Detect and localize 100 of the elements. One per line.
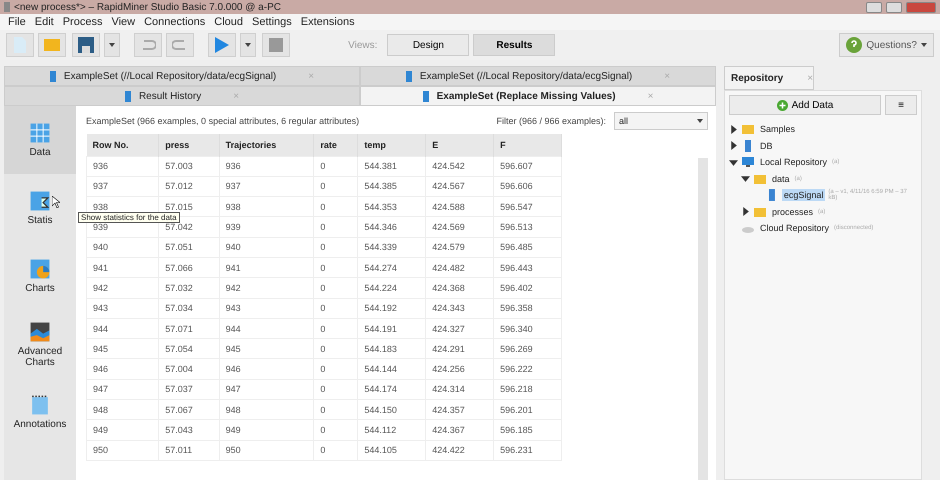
- add-data-button[interactable]: Add Data: [729, 95, 881, 115]
- side-nav-item[interactable]: Data: [4, 106, 76, 174]
- view-tab[interactable]: Design: [387, 34, 470, 56]
- column-header[interactable]: rate: [314, 134, 358, 156]
- table-cell: 57.071: [158, 318, 220, 339]
- tree-item[interactable]: processes: [770, 206, 816, 218]
- side-nav-item[interactable]: Charts: [4, 242, 76, 310]
- menu-item[interactable]: Connections: [144, 16, 206, 28]
- expand-arrow-icon[interactable]: [729, 141, 738, 150]
- menu-item[interactable]: Cloud: [214, 16, 244, 28]
- table-cell: 944: [219, 318, 314, 339]
- side-nav-item[interactable]: Statis: [4, 174, 76, 242]
- table-cell: 57.051: [158, 237, 220, 258]
- close-button[interactable]: [906, 2, 936, 12]
- window-title: <new process*> – RapidMiner Studio Basic 7.0.000 @ a-PC: [14, 2, 282, 12]
- expand-arrow-icon[interactable]: [729, 124, 738, 134]
- table-cell: 424.569: [426, 216, 494, 238]
- table-cell: 948: [86, 400, 159, 420]
- stop-icon: [269, 38, 283, 52]
- table-cell: 949: [219, 420, 314, 440]
- scrollbar[interactable]: [698, 158, 708, 480]
- table-cell: 57.003: [158, 156, 220, 176]
- dropdown-button[interactable]: [104, 33, 120, 57]
- stop-button[interactable]: [262, 33, 290, 57]
- caret-icon: [697, 119, 703, 123]
- result-tab[interactable]: ExampleSet (//Local Repository/data/ecgSignal) ×: [4, 66, 360, 86]
- redo-icon: [172, 39, 188, 51]
- table-cell: 943: [219, 298, 314, 318]
- menu-item[interactable]: Settings: [252, 16, 292, 28]
- undo-icon: [140, 39, 156, 51]
- table-cell: 57.066: [158, 257, 220, 278]
- table-cell: 424.579: [426, 237, 494, 258]
- tree-item[interactable]: data: [770, 172, 792, 185]
- table-cell: 0: [314, 420, 358, 440]
- column-header[interactable]: F: [494, 134, 562, 156]
- save-button[interactable]: [72, 33, 100, 57]
- side-nav-item[interactable]: Advanced Charts: [4, 310, 76, 378]
- filter-select[interactable]: all: [614, 112, 708, 130]
- collapse-arrow-icon[interactable]: [741, 174, 750, 184]
- minimize-button[interactable]: [866, 2, 882, 12]
- table-cell: 941: [86, 257, 159, 278]
- tree-item[interactable]: Samples: [758, 123, 798, 136]
- tree-item[interactable]: ecgSignal: [782, 189, 826, 202]
- statistics-icon: [29, 190, 51, 212]
- dataset-icon: [406, 70, 412, 82]
- table-cell: 942: [219, 278, 314, 298]
- help-button[interactable]: Questions?: [839, 33, 934, 57]
- app-icon: [4, 2, 10, 12]
- table-cell: 0: [314, 400, 358, 420]
- collapse-arrow-icon[interactable]: [729, 158, 738, 167]
- table-cell: 0: [314, 379, 358, 400]
- menu-item[interactable]: File: [8, 16, 26, 28]
- undo-button[interactable]: [134, 33, 162, 57]
- table-cell: 424.314: [426, 379, 494, 400]
- table-cell: 544.339: [358, 237, 426, 258]
- table-cell: 596.606: [494, 176, 562, 197]
- tree-item[interactable]: Cloud Repository: [758, 222, 832, 234]
- result-tab[interactable]: ExampleSet (//Local Repository/data/ecgSignal) ×: [360, 66, 716, 86]
- redo-button[interactable]: [166, 33, 194, 57]
- plus-icon: [776, 100, 788, 110]
- tree-item[interactable]: DB: [758, 140, 775, 152]
- dropdown-button[interactable]: [240, 33, 256, 57]
- table-cell: 544.105: [358, 440, 426, 460]
- result-tab[interactable]: ExampleSet (Replace Missing Values) ×: [360, 86, 716, 106]
- table-cell: 424.367: [426, 420, 494, 440]
- table-cell: 945: [86, 338, 159, 359]
- column-header[interactable]: E: [426, 134, 494, 156]
- column-header[interactable]: Row No.: [86, 134, 159, 156]
- table-cell: 946: [219, 358, 314, 380]
- tree-item[interactable]: Local Repository: [758, 156, 830, 168]
- table-cell: 944: [86, 318, 159, 339]
- repository-tab[interactable]: Repository ×: [724, 66, 814, 90]
- help-icon: [846, 37, 862, 53]
- table-cell: 57.067: [158, 400, 220, 420]
- filter-label: Filter (966 / 966 examples):: [496, 116, 606, 126]
- result-tab[interactable]: Result History ×: [4, 86, 360, 106]
- table-cell: 596.185: [494, 420, 562, 440]
- column-header[interactable]: Trajectories: [219, 134, 314, 156]
- column-header[interactable]: temp: [358, 134, 426, 156]
- table-cell: 596.201: [494, 400, 562, 420]
- table-cell: 596.340: [494, 318, 562, 339]
- menu-item[interactable]: Edit: [34, 16, 54, 28]
- menu-button[interactable]: ≡: [885, 95, 917, 115]
- menu-item[interactable]: Extensions: [300, 16, 355, 28]
- dataset-icon: [422, 90, 429, 102]
- menu-item[interactable]: Process: [62, 16, 102, 28]
- menu-item[interactable]: View: [111, 16, 136, 28]
- table-cell: 0: [314, 298, 358, 318]
- column-header[interactable]: press: [158, 134, 220, 156]
- table-cell: 424.343: [426, 298, 494, 318]
- side-nav-item[interactable]: Annotations: [4, 378, 76, 446]
- table-cell: 544.144: [358, 358, 426, 380]
- expand-arrow-icon[interactable]: [741, 207, 750, 216]
- table-cell: 945: [219, 338, 314, 359]
- table-cell: 596.513: [494, 216, 562, 238]
- view-tab[interactable]: Results: [473, 34, 556, 56]
- maximize-button[interactable]: [886, 2, 902, 12]
- table-cell: 948: [219, 400, 314, 420]
- table-cell: 936: [219, 156, 314, 176]
- table-cell: 544.346: [358, 216, 426, 238]
